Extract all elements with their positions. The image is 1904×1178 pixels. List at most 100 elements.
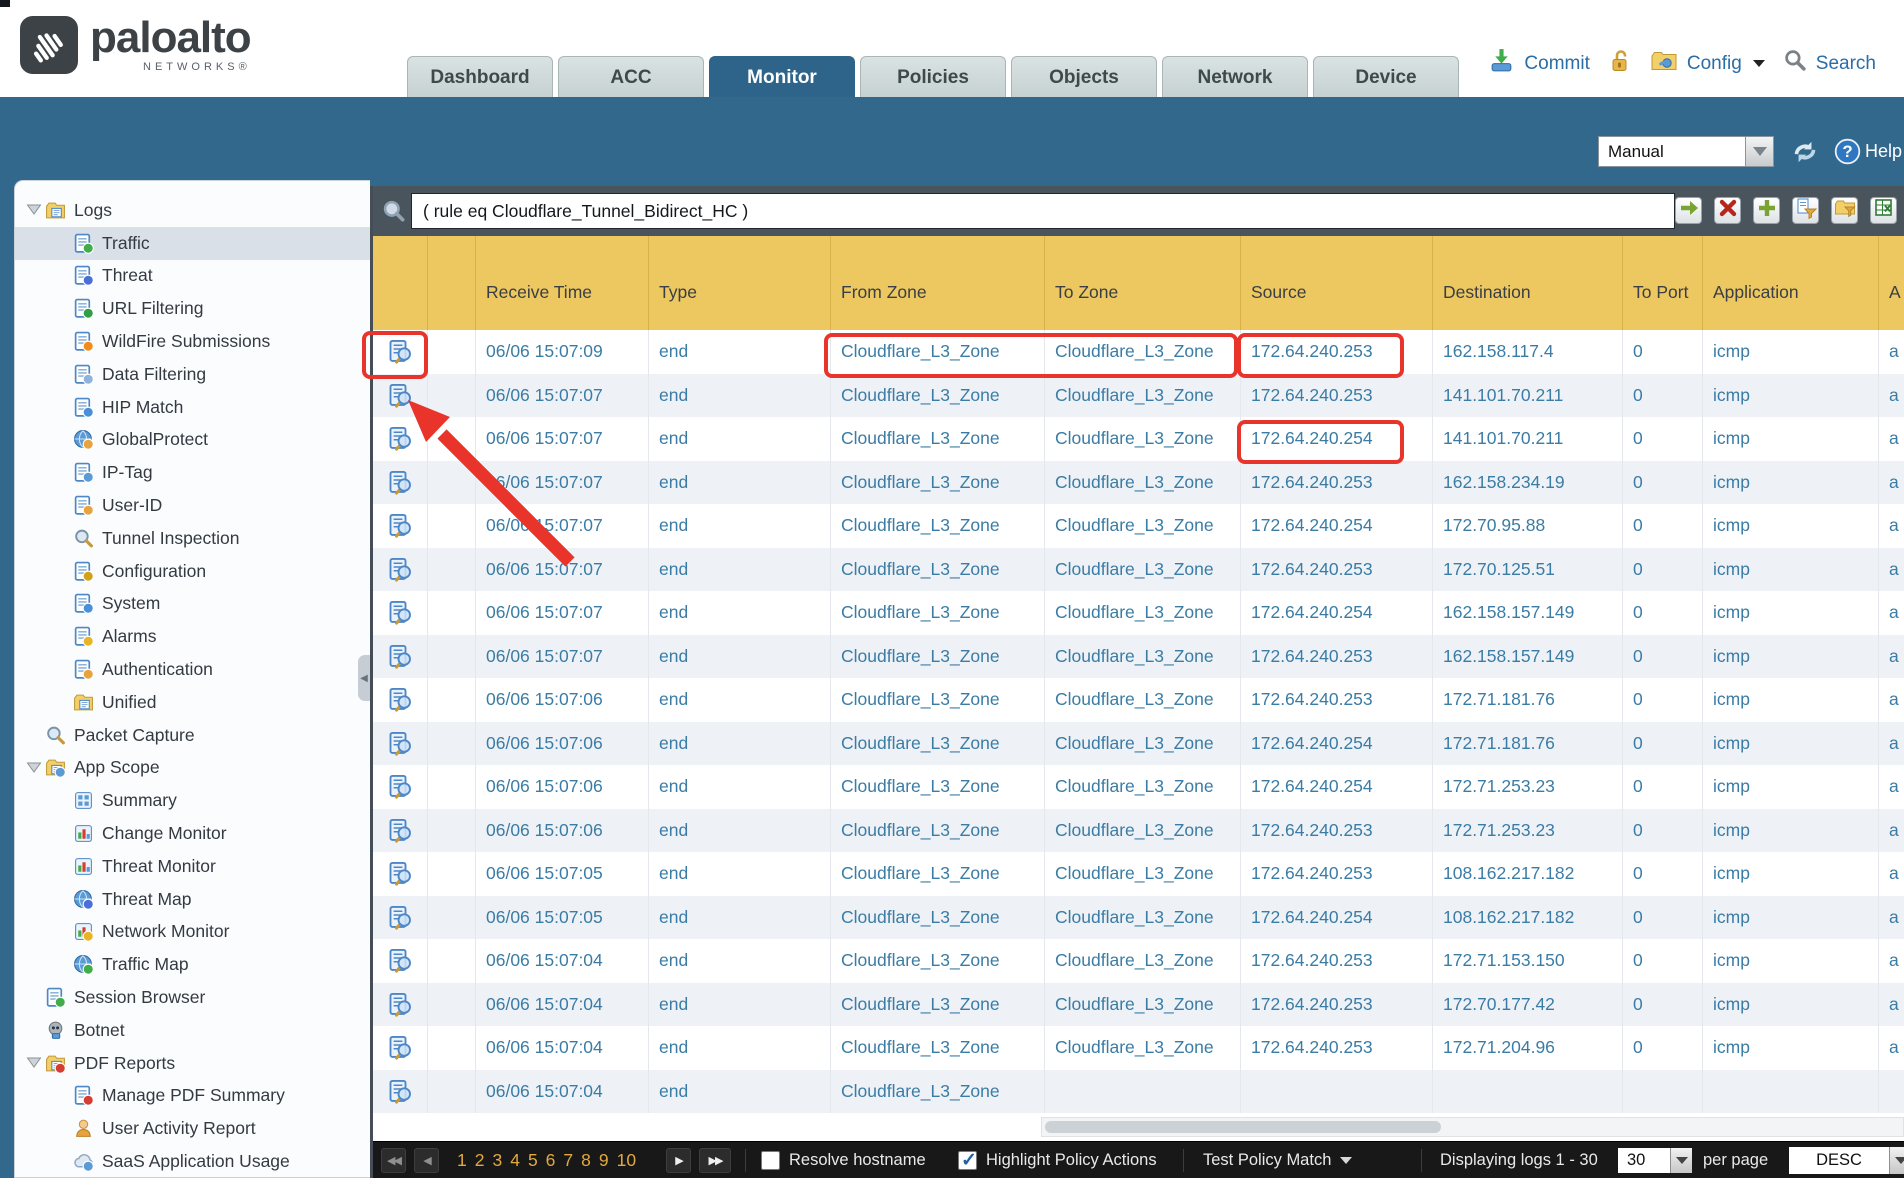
cell-to-zone[interactable]: Cloudflare_L3_Zone [1045,548,1241,592]
cell-to-port[interactable]: 0 [1623,852,1703,896]
cell-to-zone[interactable]: Cloudflare_L3_Zone [1045,417,1241,461]
cell-action[interactable]: a [1879,417,1904,461]
cell-action[interactable]: a [1879,722,1904,766]
cell-source[interactable]: 172.64.240.253 [1241,678,1433,722]
column-header-application[interactable]: Application [1703,236,1879,330]
cell-action[interactable]: a [1879,591,1904,635]
cell-from-zone[interactable]: Cloudflare_L3_Zone [831,896,1045,940]
cell-type[interactable]: end [649,852,831,896]
log-detail-icon[interactable] [373,809,428,853]
cell-receive-time[interactable]: 06/06 15:07:06 [476,678,649,722]
cell-source[interactable]: 172.64.240.254 [1241,896,1433,940]
page-number-6[interactable]: 6 [546,1150,556,1171]
cell-receive-time[interactable]: 06/06 15:07:06 [476,765,649,809]
cell-action[interactable]: a [1879,1026,1904,1070]
next-page-button[interactable]: ▶ [666,1148,691,1173]
log-detail-icon[interactable] [373,591,428,635]
log-detail-icon[interactable] [373,765,428,809]
sort-order-dropdown-button[interactable] [1889,1147,1904,1174]
search-button[interactable]: Search [1816,53,1876,75]
log-detail-icon[interactable] [373,852,428,896]
highlight-policy-actions-label[interactable]: Highlight Policy Actions [986,1151,1157,1170]
cell-destination[interactable]: 162.158.117.4 [1433,330,1623,374]
cell-application[interactable]: icmp [1703,548,1879,592]
cell-destination[interactable]: 172.70.125.51 [1433,548,1623,592]
cell-action[interactable]: a [1879,809,1904,853]
cell-destination[interactable]: 172.71.181.76 [1433,678,1623,722]
cell-application[interactable]: icmp [1703,417,1879,461]
cell-destination[interactable]: 108.162.217.182 [1433,896,1623,940]
tab-policies[interactable]: Policies [860,56,1006,97]
cell-to-zone[interactable]: Cloudflare_L3_Zone [1045,504,1241,548]
log-detail-icon[interactable] [373,504,428,548]
log-detail-icon[interactable] [373,461,428,505]
tab-objects[interactable]: Objects [1011,56,1157,97]
sidebar-item-authentication[interactable]: Authentication [15,653,370,686]
tab-dashboard[interactable]: Dashboard [407,56,553,97]
log-detail-icon[interactable] [373,374,428,418]
sidebar-item-botnet[interactable]: Botnet [15,1014,370,1047]
cell-type[interactable]: end [649,765,831,809]
cell-from-zone[interactable]: Cloudflare_L3_Zone [831,722,1045,766]
cell-receive-time[interactable]: 06/06 15:07:04 [476,939,649,983]
log-filter-input[interactable] [411,193,1675,229]
cell-application[interactable]: icmp [1703,504,1879,548]
cell-receive-time[interactable]: 06/06 15:07:05 [476,852,649,896]
cell-from-zone[interactable]: Cloudflare_L3_Zone [831,939,1045,983]
cell-receive-time[interactable]: 06/06 15:07:05 [476,896,649,940]
horizontal-scrollbar-thumb[interactable] [1045,1121,1441,1133]
cell-to-zone[interactable]: Cloudflare_L3_Zone [1045,983,1241,1027]
cell-receive-time[interactable]: 06/06 15:07:06 [476,722,649,766]
cell-type[interactable]: end [649,461,831,505]
sidebar-item-logs[interactable]: Logs [15,194,370,227]
cell-receive-time[interactable]: 06/06 15:07:07 [476,374,649,418]
cell-receive-time[interactable]: 06/06 15:07:04 [476,1070,649,1114]
cell-to-port[interactable]: 0 [1623,939,1703,983]
cell-source[interactable]: 172.64.240.253 [1241,852,1433,896]
cell-type[interactable]: end [649,1026,831,1070]
table-row[interactable]: 06/06 15:07:04endCloudflare_L3_ZoneCloud… [373,939,1904,983]
cell-to-zone[interactable]: Cloudflare_L3_Zone [1045,374,1241,418]
help-icon[interactable]: ? [1834,138,1861,165]
first-page-button[interactable]: ◀◀ [381,1148,406,1173]
table-row[interactable]: 06/06 15:07:04endCloudflare_L3_ZoneCloud… [373,983,1904,1027]
cell-destination[interactable]: 172.71.204.96 [1433,1026,1623,1070]
cell-to-port[interactable]: 0 [1623,722,1703,766]
expand-triangle-icon[interactable] [23,1056,45,1070]
cell-destination[interactable]: 141.101.70.211 [1433,417,1623,461]
cell-source[interactable]: 172.64.240.254 [1241,591,1433,635]
cell-destination[interactable]: 162.158.234.19 [1433,461,1623,505]
cell-receive-time[interactable]: 06/06 15:07:07 [476,417,649,461]
cell-action[interactable]: a [1879,765,1904,809]
table-row[interactable]: 06/06 15:07:07endCloudflare_L3_ZoneCloud… [373,461,1904,505]
sidebar-item-summary[interactable]: Summary [15,784,370,817]
cell-action[interactable]: a [1879,548,1904,592]
help-label[interactable]: Help [1865,141,1902,162]
column-header-destination[interactable]: Destination [1433,236,1623,330]
tab-monitor[interactable]: Monitor [709,56,855,97]
page-number-4[interactable]: 4 [510,1150,520,1171]
log-detail-icon[interactable] [373,722,428,766]
cell-source[interactable]: 172.64.240.254 [1241,417,1433,461]
cell-source[interactable]: 172.64.240.253 [1241,461,1433,505]
cell-application[interactable]: icmp [1703,374,1879,418]
sidebar-item-pdf-reports[interactable]: PDF Reports [15,1047,370,1080]
cell-to-port[interactable]: 0 [1623,591,1703,635]
sidebar-item-ip-tag[interactable]: IP-Tag [15,456,370,489]
table-row[interactable]: 06/06 15:07:06endCloudflare_L3_ZoneCloud… [373,765,1904,809]
table-row[interactable]: 06/06 15:07:07endCloudflare_L3_ZoneCloud… [373,591,1904,635]
cell-destination[interactable]: 162.158.157.149 [1433,591,1623,635]
cell-to-port[interactable]: 0 [1623,417,1703,461]
resolve-hostname-label[interactable]: Resolve hostname [789,1151,926,1170]
cell-type[interactable]: end [649,504,831,548]
cell-action[interactable]: a [1879,852,1904,896]
expand-triangle-icon[interactable] [23,761,45,775]
cell-destination[interactable]: 172.70.95.88 [1433,504,1623,548]
cell-to-zone[interactable]: Cloudflare_L3_Zone [1045,809,1241,853]
prev-page-button[interactable]: ◀ [414,1148,439,1173]
cell-source[interactable]: 172.64.240.253 [1241,330,1433,374]
log-detail-icon[interactable] [373,983,428,1027]
column-header-type[interactable]: Type [649,236,831,330]
cell-receive-time[interactable]: 06/06 15:07:07 [476,635,649,679]
cell-from-zone[interactable]: Cloudflare_L3_Zone [831,635,1045,679]
